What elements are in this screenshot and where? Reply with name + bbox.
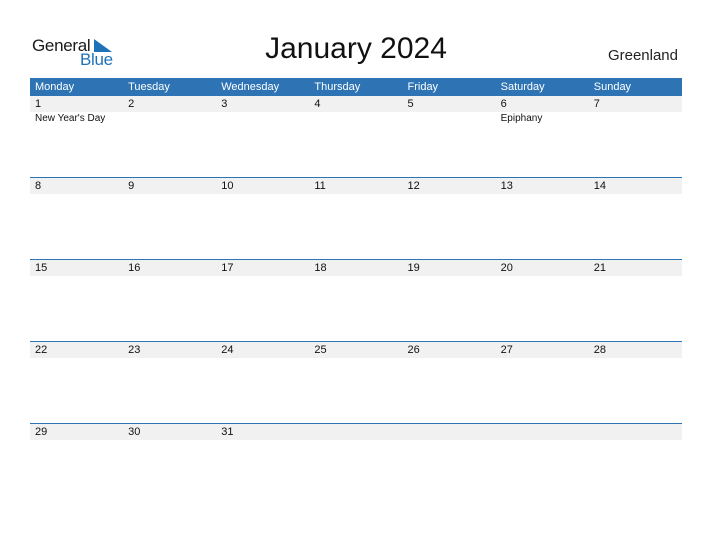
day-number: 10 <box>221 180 234 192</box>
holiday-label <box>589 112 682 124</box>
weekday-header: Monday Tuesday Wednesday Thursday Friday… <box>30 78 682 96</box>
day-number: 4 <box>314 98 321 110</box>
day-number-row: 29 30 31 <box>30 424 682 440</box>
day-number: 26 <box>407 344 420 356</box>
day-number <box>589 424 682 440</box>
day-number: 1 <box>35 98 42 110</box>
weekday-friday: Friday <box>407 81 439 93</box>
day-number-row: 15 16 17 18 19 20 21 <box>30 260 682 276</box>
holiday-label <box>403 440 496 441</box>
day-number <box>309 424 402 440</box>
holiday-label <box>30 194 123 195</box>
day-number-row: 22 23 24 25 26 27 28 <box>30 342 682 358</box>
day-number: 2 <box>128 98 135 110</box>
holiday-label <box>309 358 402 359</box>
day-number: 31 <box>221 426 234 438</box>
holiday-label <box>589 358 682 359</box>
holiday-label <box>496 440 589 441</box>
holiday-label <box>403 358 496 359</box>
day-number <box>403 424 496 440</box>
holiday-label <box>216 276 309 277</box>
day-number: 18 <box>314 262 327 274</box>
day-number: 13 <box>500 180 513 192</box>
weekday-saturday: Saturday <box>500 81 545 93</box>
holiday-label <box>403 112 496 124</box>
event-row <box>30 276 682 277</box>
holiday-label <box>589 440 682 441</box>
holiday-label <box>216 112 309 124</box>
holiday-label <box>216 440 309 441</box>
day-number: 11 <box>314 180 326 192</box>
day-number: 3 <box>221 98 228 110</box>
calendar-title: January 2024 <box>265 32 447 65</box>
day-number: 6 <box>500 98 507 110</box>
day-number: 16 <box>128 262 141 274</box>
weekday-sunday: Sunday <box>593 81 632 93</box>
calendar-week: 15 16 17 18 19 20 21 <box>30 259 682 341</box>
holiday-label <box>30 358 123 359</box>
holiday-label <box>496 276 589 277</box>
calendar-grid: Monday Tuesday Wednesday Thursday Friday… <box>30 78 682 505</box>
day-number: 14 <box>593 180 606 192</box>
day-number: 30 <box>128 426 141 438</box>
day-number: 7 <box>593 98 600 110</box>
holiday-label <box>123 440 216 441</box>
event-row <box>30 194 682 195</box>
day-number: 29 <box>35 426 48 438</box>
holiday-label <box>403 194 496 195</box>
holiday-label <box>30 440 123 441</box>
holiday-label <box>403 276 496 277</box>
day-number: 12 <box>407 180 420 192</box>
calendar-week: 1 2 3 4 5 6 7 New Year's Day Epiphany <box>30 96 682 177</box>
calendar-week: 22 23 24 25 26 27 28 <box>30 341 682 423</box>
holiday-label <box>309 276 402 277</box>
day-number: 28 <box>593 344 606 356</box>
day-number: 21 <box>593 262 606 274</box>
holiday-label <box>309 194 402 195</box>
holiday-label <box>123 358 216 359</box>
region-label: Greenland <box>607 47 678 64</box>
holiday-label <box>123 276 216 277</box>
day-number: 9 <box>128 180 135 192</box>
calendar-week: 29 30 31 <box>30 423 682 505</box>
day-number: 20 <box>500 262 513 274</box>
holiday-label <box>309 440 402 441</box>
event-row <box>30 440 682 441</box>
holiday-label <box>30 276 123 277</box>
holiday-label <box>496 194 589 195</box>
day-number: 8 <box>35 180 42 192</box>
day-number <box>496 424 589 440</box>
day-number: 15 <box>35 262 48 274</box>
weekday-wednesday: Wednesday <box>221 81 280 93</box>
holiday-label <box>123 112 216 124</box>
weekday-thursday: Thursday <box>314 81 361 93</box>
holiday-label <box>309 112 402 124</box>
day-number-row: 8 9 10 11 12 13 14 <box>30 178 682 194</box>
day-number: 27 <box>500 344 513 356</box>
day-number: 17 <box>221 262 234 274</box>
day-number-row: 1 2 3 4 5 6 7 <box>30 96 682 112</box>
event-row: New Year's Day Epiphany <box>30 112 682 124</box>
weekday-monday: Monday <box>35 81 75 93</box>
day-number: 19 <box>407 262 420 274</box>
day-number: 25 <box>314 344 327 356</box>
day-number: 23 <box>128 344 141 356</box>
holiday-label <box>216 194 309 195</box>
event-row <box>30 358 682 359</box>
day-number: 22 <box>35 344 48 356</box>
calendar-week: 8 9 10 11 12 13 14 <box>30 177 682 259</box>
day-number: 5 <box>407 98 414 110</box>
holiday-label <box>589 276 682 277</box>
holiday-label <box>496 358 589 359</box>
holiday-label <box>123 194 216 195</box>
day-number: 24 <box>221 344 234 356</box>
holiday-label <box>589 194 682 195</box>
holiday-label: New Year's Day <box>35 113 106 124</box>
holiday-label <box>216 358 309 359</box>
weekday-tuesday: Tuesday <box>128 81 170 93</box>
holiday-label: Epiphany <box>500 113 543 124</box>
